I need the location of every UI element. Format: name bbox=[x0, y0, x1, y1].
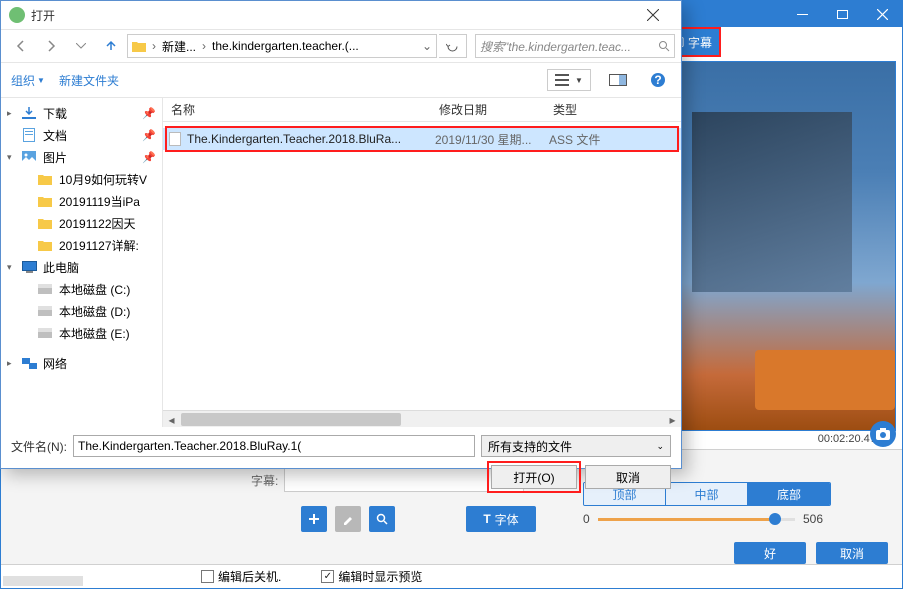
sidebar-item-downloads[interactable]: ▸下载📌 bbox=[1, 102, 162, 124]
view-mode-button[interactable]: ▼ bbox=[547, 69, 591, 91]
filetype-filter[interactable]: 所有支持的文件 ⌄ bbox=[481, 435, 671, 457]
slider-max: 506 bbox=[803, 512, 823, 526]
cancel-button[interactable]: 取消 bbox=[585, 465, 671, 489]
breadcrumb-item[interactable]: 新建... bbox=[158, 38, 200, 55]
filename-label: 文件名(N): bbox=[11, 438, 67, 455]
horizontal-scrollbar[interactable]: ◂ ▸ bbox=[163, 410, 681, 427]
sidebar-item-folder[interactable]: 20191127详解: bbox=[1, 234, 162, 256]
chevron-down-icon: ⌄ bbox=[656, 441, 664, 452]
column-type[interactable]: 类型 bbox=[545, 101, 645, 118]
search-input[interactable]: 搜索"the.kindergarten.teac... bbox=[475, 34, 675, 58]
sidebar-item-folder[interactable]: 10月9如何玩转V bbox=[1, 168, 162, 190]
open-button[interactable]: 打开(O) bbox=[491, 465, 577, 489]
font-button[interactable]: T 字体 bbox=[466, 506, 536, 532]
sidebar-item-drive[interactable]: 本地磁盘 (D:) bbox=[1, 300, 162, 322]
dialog-app-icon bbox=[9, 7, 25, 23]
dialog-footer: 文件名(N): 所有支持的文件 ⌄ 打开(O) 取消 bbox=[1, 427, 681, 497]
subtitle-toolbar-label: 字幕 bbox=[688, 34, 712, 51]
file-list: 名称 修改日期 类型 The.Kindergarten.Teacher.2018… bbox=[163, 98, 681, 427]
dialog-title: 打开 bbox=[31, 7, 55, 24]
new-folder-button[interactable]: 新建文件夹 bbox=[59, 72, 119, 89]
slider-min: 0 bbox=[583, 512, 590, 526]
sidebar-item-drive[interactable]: 本地磁盘 (E:) bbox=[1, 322, 162, 344]
file-list-header: 名称 修改日期 类型 bbox=[163, 98, 681, 122]
add-button[interactable] bbox=[301, 506, 327, 532]
nav-back-button[interactable] bbox=[7, 33, 35, 59]
breadcrumb[interactable]: › 新建... › the.kindergarten.teacher.(... … bbox=[127, 34, 437, 58]
progress-stub bbox=[3, 576, 83, 586]
file-open-dialog: 打开 › 新建... › the.kindergarten.teacher.(.… bbox=[0, 0, 682, 469]
svg-text:?: ? bbox=[654, 73, 661, 87]
dialog-toolbar: 组织 ▼ 新建文件夹 ▼ ? bbox=[1, 63, 681, 97]
video-preview[interactable] bbox=[661, 61, 896, 431]
nav-recent-button[interactable] bbox=[67, 33, 95, 59]
sidebar-item-pictures[interactable]: ▾图片📌 bbox=[1, 146, 162, 168]
sidebar-item-documents[interactable]: 文档📌 bbox=[1, 124, 162, 146]
preview-pane-button[interactable] bbox=[605, 69, 631, 91]
scroll-left[interactable]: ◂ bbox=[163, 411, 180, 428]
dialog-titlebar: 打开 bbox=[1, 1, 681, 29]
refresh-button[interactable] bbox=[439, 34, 467, 58]
shutdown-checkbox[interactable]: 编辑后关机. bbox=[201, 568, 281, 585]
preview-checkbox[interactable]: 编辑时显示预览 bbox=[321, 568, 422, 585]
search-placeholder: 搜索"the.kindergarten.teac... bbox=[480, 38, 631, 55]
file-icon bbox=[167, 131, 183, 147]
sidebar: ▸下载📌 文档📌 ▾图片📌 10月9如何玩转V 20191119当iPa 201… bbox=[1, 98, 163, 427]
nav-up-button[interactable] bbox=[97, 33, 125, 59]
file-date: 2019/11/30 星期... bbox=[435, 131, 549, 148]
folder-icon bbox=[128, 35, 150, 57]
nav-forward-button[interactable] bbox=[37, 33, 65, 59]
font-button-label: 字体 bbox=[495, 511, 519, 528]
file-type: ASS 文件 bbox=[549, 131, 649, 148]
cancel-button[interactable]: 取消 bbox=[816, 542, 888, 564]
sidebar-item-this-pc[interactable]: ▾此电脑 bbox=[1, 256, 162, 278]
filename-input[interactable] bbox=[73, 435, 475, 457]
search-icon bbox=[658, 40, 670, 52]
scroll-thumb[interactable] bbox=[181, 413, 401, 426]
sidebar-item-drive[interactable]: 本地磁盘 (C:) bbox=[1, 278, 162, 300]
column-name[interactable]: 名称 bbox=[163, 101, 431, 118]
edit-button[interactable] bbox=[335, 506, 361, 532]
snapshot-button[interactable] bbox=[870, 421, 896, 447]
file-row[interactable]: The.Kindergarten.Teacher.2018.BluRa... 2… bbox=[163, 128, 681, 150]
help-button[interactable]: ? bbox=[645, 69, 671, 91]
breadcrumb-dropdown[interactable]: ⌄ bbox=[418, 39, 436, 53]
breadcrumb-item[interactable]: the.kindergarten.teacher.(... bbox=[208, 39, 363, 53]
organize-menu[interactable]: 组织 ▼ bbox=[11, 72, 45, 89]
position-slider[interactable]: 0 506 bbox=[583, 512, 823, 526]
file-name: The.Kindergarten.Teacher.2018.BluRa... bbox=[187, 132, 435, 146]
minimize-button[interactable] bbox=[782, 1, 822, 27]
search-button[interactable] bbox=[369, 506, 395, 532]
maximize-button[interactable] bbox=[822, 1, 862, 27]
sidebar-item-folder[interactable]: 20191119当iPa bbox=[1, 190, 162, 212]
status-bar: 编辑后关机. 编辑时显示预览 bbox=[1, 564, 902, 588]
position-tab-bottom[interactable]: 底部 bbox=[748, 483, 830, 505]
column-date[interactable]: 修改日期 bbox=[431, 101, 545, 118]
close-button[interactable] bbox=[862, 1, 902, 27]
dialog-close-button[interactable] bbox=[633, 1, 673, 29]
ok-button[interactable]: 好 bbox=[734, 542, 806, 564]
sidebar-item-network[interactable]: ▸网络 bbox=[1, 352, 162, 374]
dialog-nav: › 新建... › the.kindergarten.teacher.(... … bbox=[1, 29, 681, 63]
sidebar-item-folder[interactable]: 20191122因天 bbox=[1, 212, 162, 234]
scroll-right[interactable]: ▸ bbox=[664, 411, 681, 428]
